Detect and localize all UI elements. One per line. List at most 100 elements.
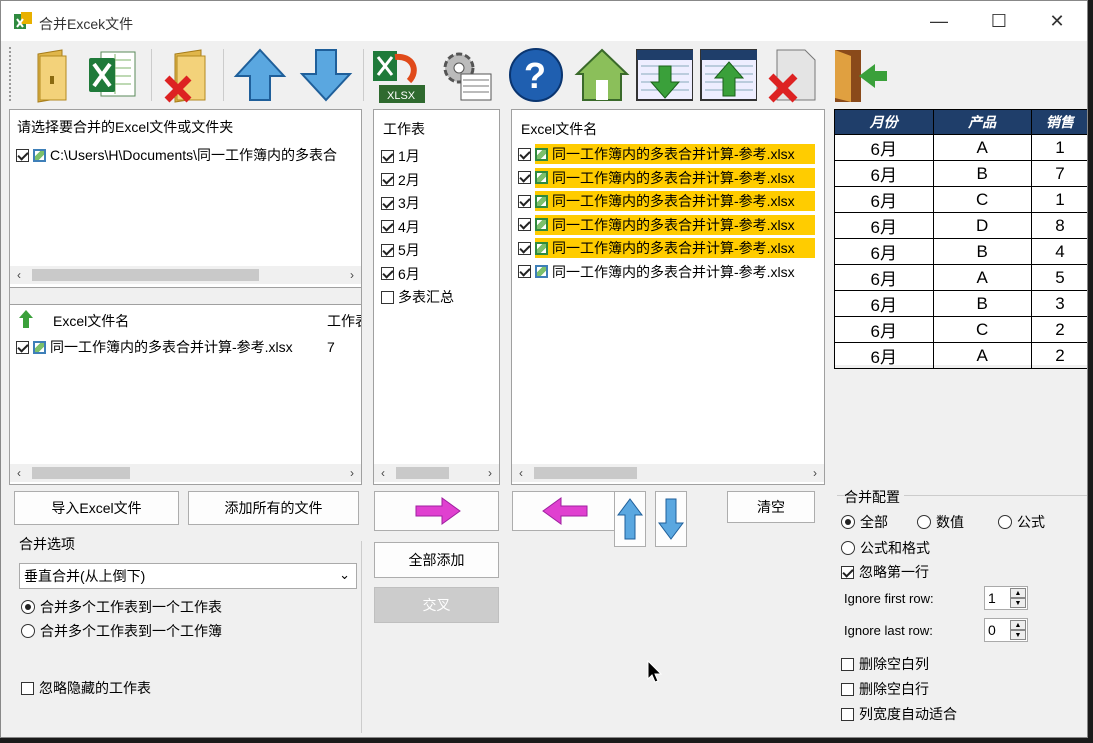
- table-cell[interactable]: 6月: [834, 238, 934, 265]
- radio-formula[interactable]: 公式: [998, 512, 1045, 532]
- file-list-row[interactable]: 同一工作簿内的多表合并计算-参考.xlsx: [16, 336, 293, 358]
- delete-blank-cols-checkbox[interactable]: 删除空白列: [841, 654, 929, 674]
- exit-icon[interactable]: [829, 45, 887, 105]
- clear-button[interactable]: 清空: [727, 491, 815, 523]
- sheet-item[interactable]: 6月: [381, 263, 420, 285]
- table-cell[interactable]: 6月: [834, 290, 934, 317]
- scroll-thumb[interactable]: [32, 467, 130, 479]
- delete-file-icon[interactable]: [765, 45, 823, 105]
- scroll-left-icon[interactable]: ‹: [374, 464, 392, 482]
- selected-item[interactable]: 同一工作簿内的多表合并计算-参考.xlsx: [518, 214, 815, 236]
- selected-item[interactable]: 同一工作簿内的多表合并计算-参考.xlsx: [518, 167, 815, 189]
- table-cell[interactable]: 6月: [834, 316, 934, 343]
- checkbox-icon[interactable]: [518, 194, 531, 208]
- checkbox-icon[interactable]: [518, 265, 531, 278]
- selected-item[interactable]: 同一工作簿内的多表合并计算-参考.xlsx: [518, 190, 815, 212]
- stepper-up-icon[interactable]: ▲: [1010, 620, 1026, 630]
- add-selected-button[interactable]: [374, 491, 499, 531]
- table-cell[interactable]: 8: [1030, 212, 1087, 239]
- scroll-right-icon[interactable]: ›: [343, 464, 361, 482]
- sheet-item[interactable]: 2月: [381, 169, 420, 191]
- table-cell[interactable]: 4: [1030, 238, 1087, 265]
- selected-item[interactable]: 同一工作簿内的多表合并计算-参考.xlsx: [518, 261, 815, 283]
- table-cell[interactable]: B: [932, 160, 1032, 187]
- table-cell[interactable]: B: [932, 238, 1032, 265]
- table-cell[interactable]: A: [932, 342, 1032, 369]
- checkbox-icon[interactable]: [518, 218, 531, 231]
- radio-icon[interactable]: [21, 600, 35, 614]
- ignore-last-row-stepper[interactable]: 0 ▲ ▼: [984, 618, 1028, 642]
- sheet-item[interactable]: 1月: [381, 145, 420, 167]
- sheet-item[interactable]: 3月: [381, 192, 420, 214]
- scroll-right-icon[interactable]: ›: [343, 266, 361, 284]
- table-cell[interactable]: 6月: [834, 160, 934, 187]
- checkbox-icon[interactable]: [381, 220, 394, 233]
- table-cell[interactable]: 6月: [834, 186, 934, 213]
- selected-item[interactable]: 同一工作簿内的多表合并计算-参考.xlsx: [518, 143, 815, 165]
- scroll-thumb[interactable]: [396, 467, 449, 479]
- checkbox-icon[interactable]: [21, 681, 34, 695]
- sheet-item[interactable]: 5月: [381, 239, 420, 261]
- table-cell[interactable]: D: [932, 212, 1032, 239]
- scroll-left-icon[interactable]: ‹: [512, 464, 530, 482]
- checkbox-icon[interactable]: [518, 241, 531, 255]
- move-down-icon[interactable]: [297, 45, 355, 105]
- merge-mode-select[interactable]: 垂直合并(从上倒下) ⌄: [19, 563, 357, 589]
- scroll-right-icon[interactable]: ›: [806, 464, 824, 482]
- table-cell[interactable]: C: [932, 186, 1032, 213]
- radio-icon[interactable]: [917, 515, 931, 529]
- maximize-button[interactable]: ☐: [969, 1, 1029, 41]
- radio-values[interactable]: 数值: [917, 512, 964, 532]
- table-cell[interactable]: 2: [1030, 342, 1087, 369]
- file-list-col-name[interactable]: Excel文件名: [53, 311, 129, 331]
- folder-row[interactable]: C:\Users\H\Documents\同一工作簿内的多表合: [16, 144, 337, 166]
- import-excel-button[interactable]: 导入Excel文件: [14, 491, 179, 525]
- checkbox-icon[interactable]: [841, 657, 854, 671]
- checkbox-icon[interactable]: [518, 171, 531, 184]
- remove-selected-button[interactable]: [512, 491, 619, 531]
- checkbox-icon[interactable]: [381, 243, 394, 257]
- scroll-left-icon[interactable]: ‹: [10, 266, 28, 284]
- table-cell[interactable]: A: [932, 134, 1032, 161]
- stepper-down-icon[interactable]: ▼: [1010, 630, 1026, 640]
- table-cell[interactable]: 6月: [834, 134, 934, 161]
- radio-icon[interactable]: [841, 515, 855, 529]
- table-cell[interactable]: 1: [1030, 186, 1087, 213]
- table-cell[interactable]: A: [932, 264, 1032, 291]
- radio-all[interactable]: 全部: [841, 512, 888, 532]
- scroll-thumb[interactable]: [534, 467, 637, 479]
- scroll-thumb[interactable]: [32, 269, 259, 281]
- file-checkbox[interactable]: [16, 340, 29, 354]
- table-cell[interactable]: 3: [1030, 290, 1087, 317]
- ignore-first-checkbox[interactable]: 忽略第一行: [841, 562, 929, 582]
- radio-icon[interactable]: [841, 541, 855, 555]
- table-cell[interactable]: 7: [1030, 160, 1087, 187]
- add-all-button[interactable]: 全部添加: [374, 542, 499, 578]
- folder-hscroll[interactable]: ‹ ›: [10, 266, 361, 284]
- autofit-checkbox[interactable]: 列宽度自动适合: [841, 704, 957, 724]
- cross-button[interactable]: 交叉: [374, 587, 499, 623]
- scroll-right-icon[interactable]: ›: [481, 464, 499, 482]
- settings-icon[interactable]: [437, 45, 495, 105]
- table-cell[interactable]: 6月: [834, 212, 934, 239]
- sheet-item[interactable]: 多表汇总: [381, 286, 454, 308]
- selected-hscroll[interactable]: ‹ ›: [512, 464, 824, 482]
- radio-merge-to-book[interactable]: 合并多个工作表到一个工作簿: [21, 621, 222, 641]
- export-up-icon[interactable]: [699, 45, 757, 105]
- delete-blank-rows-checkbox[interactable]: 删除空白行: [841, 679, 929, 699]
- folder-checkbox[interactable]: [16, 148, 29, 162]
- table-cell[interactable]: 1: [1030, 134, 1087, 161]
- radio-merge-to-sheet[interactable]: 合并多个工作表到一个工作表: [21, 597, 222, 617]
- file-list-hscroll[interactable]: ‹ ›: [10, 464, 361, 482]
- checkbox-icon[interactable]: [381, 196, 394, 210]
- table-cell[interactable]: 5: [1030, 264, 1087, 291]
- table-cell[interactable]: B: [932, 290, 1032, 317]
- checkbox-icon[interactable]: [841, 682, 854, 696]
- move-item-up-button[interactable]: [614, 491, 646, 547]
- radio-formula-format[interactable]: 公式和格式: [841, 538, 930, 558]
- ignore-first-row-stepper[interactable]: 1 ▲ ▼: [984, 586, 1028, 610]
- checkbox-icon[interactable]: [518, 147, 531, 161]
- file-list-col-sheets[interactable]: 工作表: [327, 311, 361, 331]
- table-cell[interactable]: 2: [1030, 316, 1087, 343]
- selected-item[interactable]: 同一工作簿内的多表合并计算-参考.xlsx: [518, 237, 815, 259]
